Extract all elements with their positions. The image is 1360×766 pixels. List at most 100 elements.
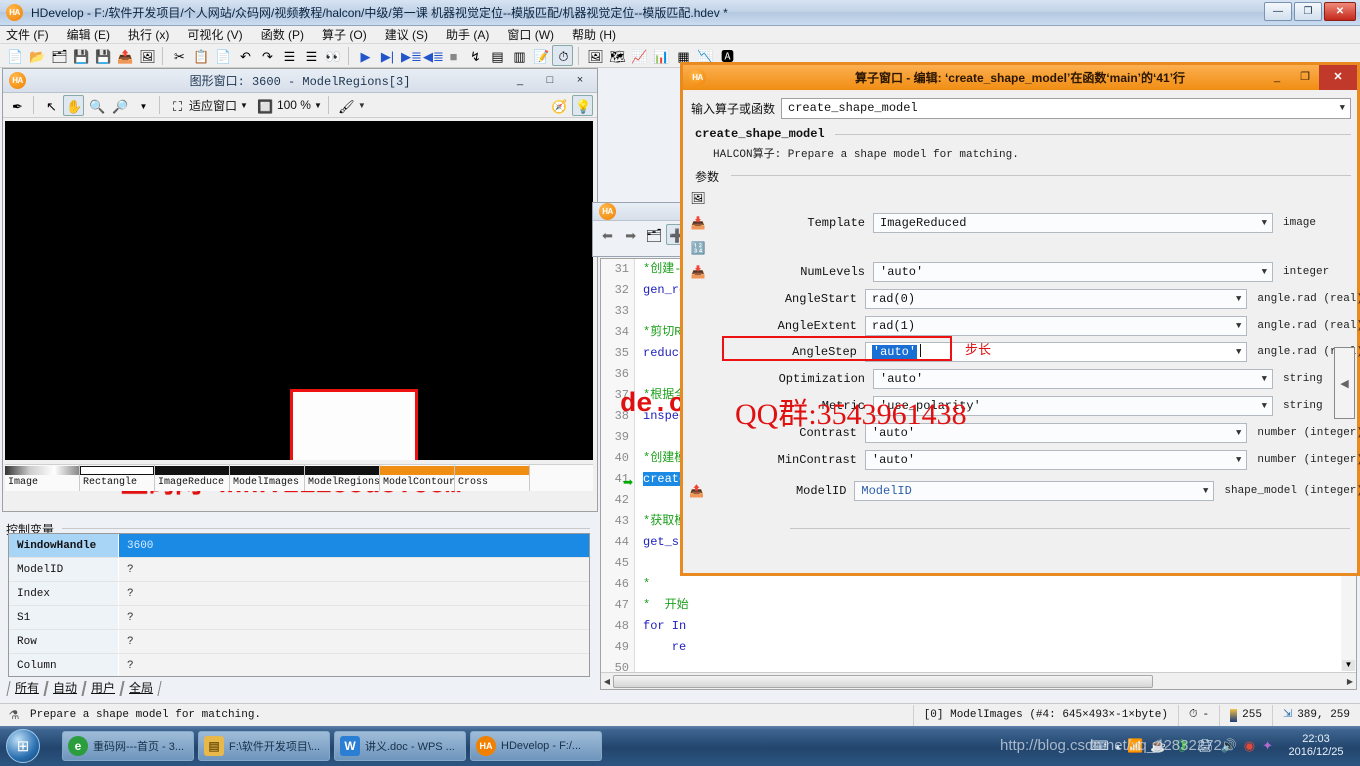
open-recent-icon[interactable]: 🗂 <box>48 45 69 66</box>
thumbnail-item[interactable]: ModelContours <box>380 465 455 491</box>
param-input-mincontrast[interactable]: 'auto' ▼ <box>864 450 1248 470</box>
chevron-down-icon[interactable]: ▼ <box>1236 451 1241 469</box>
open-program-icon[interactable]: 🗂 <box>643 224 663 245</box>
table-row[interactable]: WindowHandle 3600 <box>9 534 589 558</box>
taskbar-item-browser[interactable]: e 重码网---首页 - 3... <box>62 731 194 761</box>
editor-horizontal-scrollbar[interactable]: ◀ ▶ <box>601 672 1356 689</box>
chevron-down-icon[interactable]: ▼ <box>1262 214 1267 232</box>
chevron-down-icon[interactable]: ▼ <box>1203 482 1208 500</box>
code-line[interactable]: 47 * 开始 <box>601 595 1356 616</box>
control-variables-table[interactable]: WindowHandle 3600 ModelID ? Index ? S1 ?… <box>8 533 590 677</box>
param-input-numlevels[interactable]: 'auto' ▼ <box>873 262 1273 282</box>
save-icon[interactable]: 💾 <box>70 45 91 66</box>
arrow-left-icon[interactable]: ⬅ <box>596 224 616 245</box>
operator-minimize-button[interactable]: _ <box>1263 65 1291 90</box>
chevron-down-icon[interactable]: ▼ <box>1236 343 1241 361</box>
thumbnail-item[interactable]: Cross <box>455 465 530 491</box>
chevron-down-icon[interactable]: ▼ <box>1236 290 1241 308</box>
arrow-select-icon[interactable]: ↖ <box>40 95 61 116</box>
thumbnail-item[interactable]: ImageReduce <box>155 465 230 491</box>
media-icon[interactable]: ✦ <box>1262 738 1273 754</box>
menu-item-assistants[interactable]: 助手 (A) <box>446 26 489 43</box>
scroll-right-icon[interactable]: ▶ <box>1344 677 1356 686</box>
graphics-close-button[interactable]: × <box>565 71 595 90</box>
save-as-icon[interactable]: 💾 <box>92 45 113 66</box>
timer-icon[interactable]: ⏱ <box>552 45 573 66</box>
param-input-anglestart[interactable]: rad(0) ▼ <box>864 289 1248 309</box>
graphics-canvas[interactable] <box>5 121 593 460</box>
code-line[interactable]: 46 * <box>601 574 1356 595</box>
step-over-icon[interactable]: ▶| <box>376 45 397 66</box>
step-into-icon[interactable]: ▶≣ <box>398 45 422 66</box>
histogram-icon[interactable]: 📊 <box>650 45 671 66</box>
cut-icon[interactable]: ✂ <box>168 45 189 66</box>
window-settings-icon[interactable]: 💡 <box>572 94 593 116</box>
printer-icon[interactable]: 🖨 <box>1197 738 1214 754</box>
pan-hand-icon[interactable]: ✋ <box>63 94 84 116</box>
network-icon[interactable]: 📶 <box>1127 738 1143 754</box>
insert-image-icon[interactable]: 🖼 <box>136 45 157 66</box>
operator-entry-input[interactable]: create_shape_model ▼ <box>781 97 1351 119</box>
zoom-in-icon[interactable]: 🔎 <box>109 95 130 116</box>
uncomment-icon[interactable]: ☰ <box>300 45 321 66</box>
color-chevron-down-icon[interactable]: ▼ <box>358 101 366 110</box>
param-input-anglestep[interactable]: 'auto' ▼ <box>864 342 1248 362</box>
tab-global[interactable]: 全局 <box>120 681 162 696</box>
open-file-icon[interactable]: 📂 <box>26 45 47 66</box>
table-row[interactable]: Column ? <box>9 654 589 676</box>
scroll-left-icon[interactable]: ◀ <box>601 677 613 686</box>
tab-user[interactable]: 用户 <box>82 681 124 696</box>
chevron-down-icon[interactable]: ▼ <box>1236 424 1241 442</box>
speaker-icon[interactable]: 🔊 <box>1221 738 1237 754</box>
zoom-level-selector[interactable]: 100 % ▼ <box>277 98 322 112</box>
stop-icon[interactable]: ■ <box>442 45 463 66</box>
param-input-angleextent[interactable]: rad(1) ▼ <box>864 316 1248 336</box>
menu-item-window[interactable]: 窗口 (W) <box>507 26 554 43</box>
code-line[interactable]: 48 for In <box>601 616 1356 637</box>
chevron-up-icon[interactable]: ▴ <box>1116 741 1121 752</box>
taskbar-item-hdevelop[interactable]: HA HDevelop - F:/... <box>470 731 602 761</box>
new-file-icon[interactable]: 📄 <box>4 45 25 66</box>
tab-auto[interactable]: 自动 <box>44 681 86 696</box>
chevron-down-icon[interactable]: ▼ <box>1262 263 1267 281</box>
color-paint-icon[interactable]: 🖌 <box>335 95 356 116</box>
taskbar-item-explorer[interactable]: ▤ F:\软件开发项目\... <box>198 731 330 761</box>
taskbar-item-wps[interactable]: W 讲义.doc - WPS ... <box>334 731 466 761</box>
thumbnail-item[interactable]: Image <box>5 465 80 491</box>
fit-window-selector[interactable]: 适应窗口 ▼ <box>189 97 248 114</box>
java-icon[interactable]: ☕ <box>1150 738 1166 754</box>
export-icon[interactable]: 📤 <box>114 45 135 66</box>
menu-item-help[interactable]: 帮助 (H) <box>572 26 616 43</box>
tab-all[interactable]: 所有 <box>6 681 48 696</box>
operator-maximize-button[interactable]: ❐ <box>1291 65 1319 90</box>
menu-item-functions[interactable]: 函数 (P) <box>261 26 304 43</box>
close-button[interactable]: ✕ <box>1324 2 1356 21</box>
menu-item-operators[interactable]: 算子 (O) <box>322 26 367 43</box>
graphics-minimize-button[interactable]: _ <box>505 71 535 90</box>
menu-item-suggestions[interactable]: 建议 (S) <box>385 26 428 43</box>
fit-chevron-down-icon[interactable]: ▼ <box>240 101 248 110</box>
magnifier-icon[interactable]: 🔍 <box>86 95 107 116</box>
menu-item-file[interactable]: 文件 (F) <box>6 26 49 43</box>
chevron-down-icon[interactable]: ▼ <box>1340 99 1345 118</box>
debug-icon[interactable]: 👀 <box>322 45 343 66</box>
param-input-contrast[interactable]: 'auto' ▼ <box>864 423 1248 443</box>
axis-3d-icon[interactable]: 🧭 <box>548 95 569 116</box>
run-icon[interactable]: ▶ <box>354 45 375 66</box>
menu-item-edit[interactable]: 编辑 (E) <box>67 26 110 43</box>
keyboard-icon[interactable]: ⌨ <box>1090 738 1109 754</box>
maximize-button[interactable]: ❐ <box>1294 2 1322 21</box>
table-row[interactable]: Row ? <box>9 630 589 654</box>
thread-icon[interactable]: ▥ <box>508 45 529 66</box>
chevron-down-icon[interactable]: ▼ <box>1262 370 1267 388</box>
undo-icon[interactable]: ↶ <box>234 45 255 66</box>
watch-icon[interactable]: 📝 <box>530 45 551 66</box>
chevron-down-icon[interactable]: ▼ <box>1236 317 1241 335</box>
zoom-dropdown-icon[interactable]: ▼ <box>132 95 153 116</box>
comment-icon[interactable]: ☰ <box>278 45 299 66</box>
antivirus-icon[interactable]: ◉ <box>1244 738 1255 754</box>
redo-icon[interactable]: ↷ <box>256 45 277 66</box>
calibration-icon[interactable]: 🗺 <box>606 45 627 66</box>
thumbnail-item[interactable]: ModelImages <box>230 465 305 491</box>
fit-window-icon[interactable]: ⛶ <box>166 95 187 116</box>
